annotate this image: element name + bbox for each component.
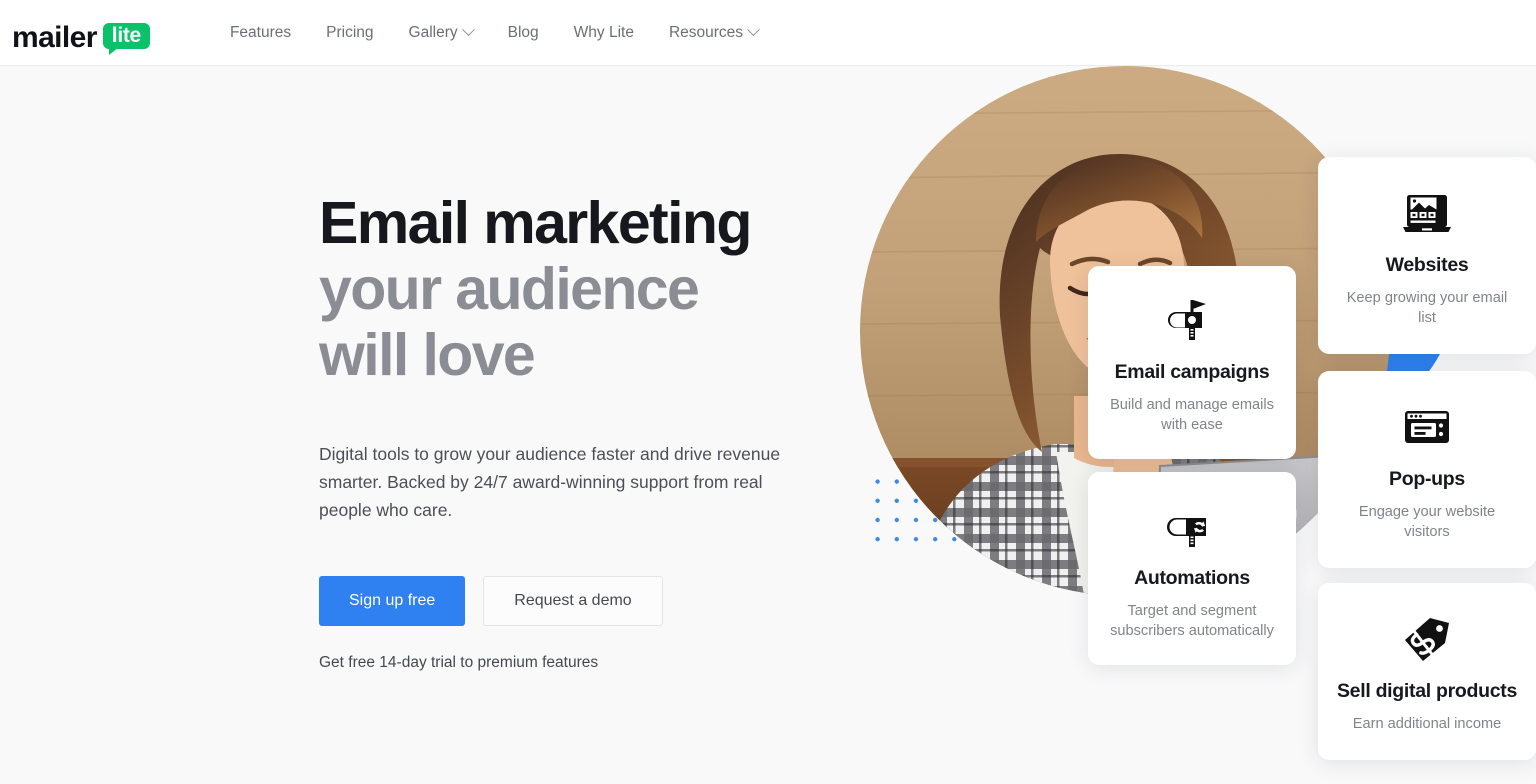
card-title: Email campaigns bbox=[1114, 361, 1270, 383]
brand-logo[interactable]: mailer lite bbox=[12, 13, 150, 55]
feature-card-automations[interactable]: Automations Target and segment subscribe… bbox=[1088, 472, 1296, 665]
feature-card-websites[interactable]: Websites Keep growing your email list bbox=[1318, 157, 1536, 354]
hero-paragraph: Digital tools to grow your audience fast… bbox=[319, 444, 781, 520]
brand-name-primary: mailer bbox=[12, 20, 97, 54]
card-subtitle: Target and segment subscribers automatic… bbox=[1110, 603, 1274, 639]
headline-line-2: your audience bbox=[319, 256, 700, 322]
mailbox-refresh-icon bbox=[1106, 498, 1278, 554]
nav-item-resources[interactable]: Resources bbox=[668, 23, 760, 42]
browser-window-icon bbox=[1336, 399, 1518, 455]
main-navigation: Features Pricing Gallery Blog Why Lite R… bbox=[230, 23, 760, 42]
card-subtitle: Earn additional income bbox=[1352, 716, 1502, 732]
mailbox-flag-icon bbox=[1106, 292, 1278, 348]
card-title: Sell digital products bbox=[1336, 680, 1518, 702]
brand-badge: lite bbox=[102, 22, 150, 55]
card-subtitle: Engage your website visitors bbox=[1358, 504, 1496, 540]
nav-item-gallery[interactable]: Gallery bbox=[408, 23, 475, 42]
nav-label: Why Lite bbox=[573, 23, 634, 41]
trial-note: Get free 14-day trial to premium feature… bbox=[319, 654, 599, 671]
card-subtitle: Keep growing your email list bbox=[1346, 290, 1508, 326]
laptop-website-icon bbox=[1336, 185, 1518, 241]
brand-name-badge: lite bbox=[111, 23, 141, 47]
card-subtitle: Build and manage emails with ease bbox=[1110, 397, 1274, 433]
hero-visual: Email campaigns Build and manage emails … bbox=[840, 66, 1536, 784]
chevron-down-icon bbox=[461, 23, 475, 37]
feature-card-sell-digital-products[interactable]: Sell digital products Earn additional in… bbox=[1318, 583, 1536, 760]
feature-card-email-campaigns[interactable]: Email campaigns Build and manage emails … bbox=[1088, 266, 1296, 459]
card-title: Automations bbox=[1134, 567, 1250, 589]
nav-label: Blog bbox=[507, 23, 539, 41]
headline-line-1: Email marketing bbox=[319, 190, 752, 256]
chevron-down-icon bbox=[747, 23, 760, 37]
headline-line-3: will love bbox=[319, 322, 536, 388]
feature-card-pop-ups[interactable]: Pop-ups Engage your website visitors bbox=[1318, 371, 1536, 568]
nav-label: Gallery bbox=[408, 23, 458, 41]
price-tag-dollar-icon bbox=[1336, 611, 1518, 667]
site-header: mailer lite Features Pricing Gallery Blo… bbox=[0, 0, 1536, 66]
nav-item-blog[interactable]: Blog bbox=[508, 24, 539, 42]
card-title: Pop-ups bbox=[1389, 468, 1465, 490]
page-title: Email marketing your audience will love bbox=[319, 190, 839, 388]
nav-item-features[interactable]: Features bbox=[230, 24, 291, 42]
nav-item-why-lite[interactable]: Why Lite bbox=[574, 24, 634, 42]
request-demo-button[interactable]: Request a demo bbox=[483, 576, 663, 626]
card-title: Websites bbox=[1385, 254, 1469, 276]
hero-section: Email marketing your audience will love … bbox=[0, 66, 1536, 784]
nav-label: Resources bbox=[668, 23, 744, 41]
nav-label: Pricing bbox=[326, 23, 374, 41]
hero-copy: Email marketing your audience will love … bbox=[319, 190, 839, 672]
cta-row: Sign up free Request a demo bbox=[319, 576, 839, 626]
sign-up-free-button[interactable]: Sign up free bbox=[319, 576, 466, 626]
nav-label: Features bbox=[229, 23, 292, 41]
nav-item-pricing[interactable]: Pricing bbox=[326, 24, 373, 42]
